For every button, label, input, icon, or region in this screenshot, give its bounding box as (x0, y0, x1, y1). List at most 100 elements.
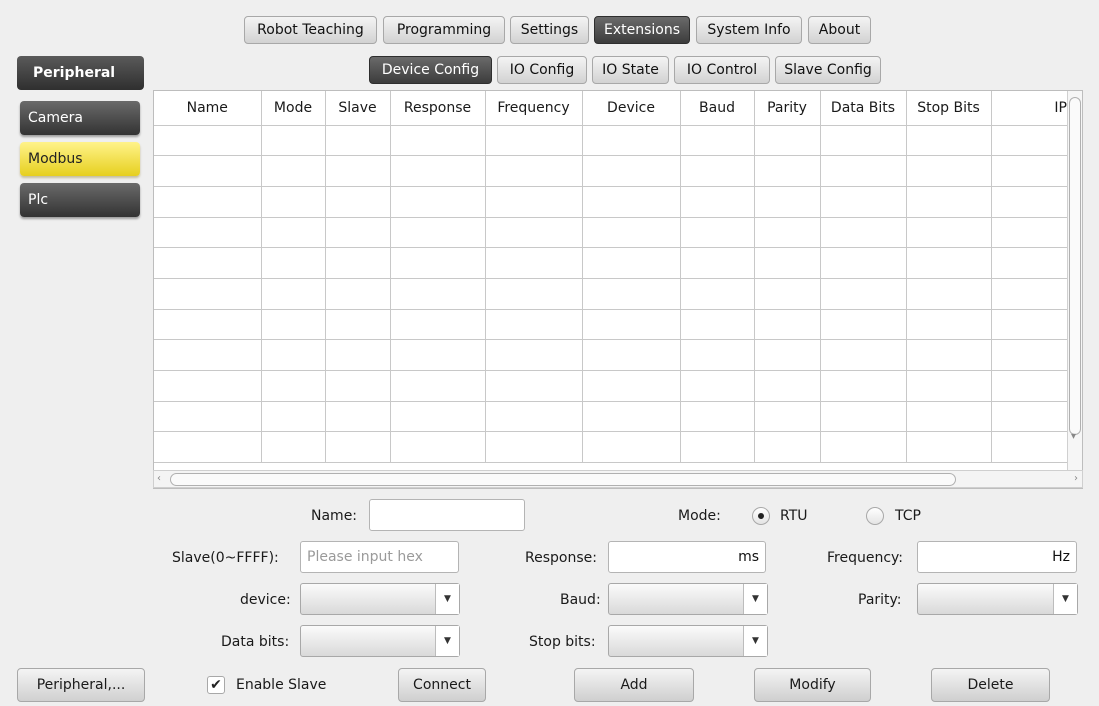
table-vertical-scrollbar[interactable]: ▾ (1067, 91, 1082, 488)
table-cell[interactable] (991, 186, 1069, 218)
table-cell[interactable] (906, 309, 992, 341)
tab-io-control[interactable]: IO Control (674, 56, 770, 84)
table-cell[interactable] (991, 339, 1069, 371)
table-cell[interactable] (582, 401, 681, 433)
table-cell[interactable] (820, 309, 907, 341)
table-cell[interactable] (754, 278, 821, 310)
table-row[interactable] (154, 431, 1069, 464)
tab-device-config[interactable]: Device Config (369, 56, 492, 84)
table-cell[interactable] (582, 217, 681, 249)
sidebar-item-plc[interactable]: Plc (20, 183, 140, 217)
table-cell[interactable] (325, 125, 391, 157)
scroll-down-arrow-icon[interactable]: ▾ (1071, 431, 1076, 442)
table-cell[interactable] (154, 309, 262, 341)
vertical-scroll-thumb[interactable] (1069, 97, 1081, 435)
table-cell[interactable] (754, 186, 821, 218)
table-cell[interactable] (754, 247, 821, 279)
table-row[interactable] (154, 155, 1069, 187)
table-cell[interactable] (906, 155, 992, 187)
table-cell[interactable] (485, 125, 583, 157)
column-header-baud[interactable]: Baud (680, 91, 755, 126)
table-cell[interactable] (154, 125, 262, 157)
table-cell[interactable] (754, 339, 821, 371)
table-cell[interactable] (680, 155, 755, 187)
chevron-down-icon[interactable]: ▼ (743, 626, 767, 656)
table-cell[interactable] (485, 309, 583, 341)
table-row[interactable] (154, 309, 1069, 341)
table-cell[interactable] (680, 370, 755, 402)
table-cell[interactable] (754, 370, 821, 402)
tab-settings[interactable]: Settings (510, 16, 589, 44)
table-cell[interactable] (906, 431, 992, 464)
column-header-slave[interactable]: Slave (325, 91, 391, 126)
table-cell[interactable] (325, 155, 391, 187)
table-cell[interactable] (754, 431, 821, 464)
parity-select[interactable]: ▼ (917, 583, 1078, 615)
table-cell[interactable] (325, 431, 391, 464)
table-cell[interactable] (991, 247, 1069, 279)
table-cell[interactable] (261, 125, 326, 157)
table-cell[interactable] (906, 370, 992, 402)
table-cell[interactable] (906, 339, 992, 371)
table-cell[interactable] (261, 309, 326, 341)
table-cell[interactable] (991, 370, 1069, 402)
table-cell[interactable] (906, 278, 992, 310)
sidebar-item-camera[interactable]: Camera (20, 101, 140, 135)
table-cell[interactable] (154, 370, 262, 402)
table-cell[interactable] (820, 401, 907, 433)
table-cell[interactable] (991, 431, 1069, 464)
tab-io-config[interactable]: IO Config (497, 56, 587, 84)
device-table[interactable]: Name Mode Slave Response Frequency Devic… (153, 90, 1083, 489)
table-cell[interactable] (906, 125, 992, 157)
table-cell[interactable] (325, 217, 391, 249)
table-cell[interactable] (261, 401, 326, 433)
table-cell[interactable] (485, 431, 583, 464)
table-cell[interactable] (485, 155, 583, 187)
table-cell[interactable] (680, 309, 755, 341)
table-row[interactable] (154, 125, 1069, 157)
table-cell[interactable] (680, 186, 755, 218)
table-cell[interactable] (754, 217, 821, 249)
table-cell[interactable] (261, 217, 326, 249)
table-cell[interactable] (154, 155, 262, 187)
baud-select[interactable]: ▼ (608, 583, 768, 615)
table-cell[interactable] (390, 278, 486, 310)
table-cell[interactable] (325, 186, 391, 218)
table-cell[interactable] (261, 431, 326, 464)
peripheral-footer-button[interactable]: Peripheral,... (17, 668, 145, 702)
table-cell[interactable] (991, 217, 1069, 249)
tab-io-state[interactable]: IO State (592, 56, 669, 84)
table-cell[interactable] (485, 278, 583, 310)
table-cell[interactable] (261, 370, 326, 402)
column-header-ip[interactable]: IP (991, 91, 1069, 126)
table-cell[interactable] (261, 278, 326, 310)
table-cell[interactable] (582, 309, 681, 341)
table-row[interactable] (154, 339, 1069, 371)
table-cell[interactable] (154, 278, 262, 310)
table-cell[interactable] (582, 370, 681, 402)
table-cell[interactable] (154, 186, 262, 218)
sidebar-item-modbus[interactable]: Modbus (20, 142, 140, 176)
table-cell[interactable] (154, 401, 262, 433)
table-cell[interactable] (582, 247, 681, 279)
table-cell[interactable] (820, 339, 907, 371)
table-cell[interactable] (261, 186, 326, 218)
table-cell[interactable] (325, 401, 391, 433)
table-cell[interactable] (261, 155, 326, 187)
table-cell[interactable] (754, 401, 821, 433)
table-cell[interactable] (485, 186, 583, 218)
table-cell[interactable] (390, 431, 486, 464)
table-cell[interactable] (680, 278, 755, 310)
add-button[interactable]: Add (574, 668, 694, 702)
table-cell[interactable] (390, 125, 486, 157)
table-cell[interactable] (261, 339, 326, 371)
table-cell[interactable] (820, 217, 907, 249)
device-select[interactable]: ▼ (300, 583, 460, 615)
table-row[interactable] (154, 370, 1069, 402)
table-cell[interactable] (582, 155, 681, 187)
table-cell[interactable] (485, 401, 583, 433)
table-cell[interactable] (820, 278, 907, 310)
table-cell[interactable] (325, 309, 391, 341)
table-cell[interactable] (991, 278, 1069, 310)
table-cell[interactable] (680, 247, 755, 279)
